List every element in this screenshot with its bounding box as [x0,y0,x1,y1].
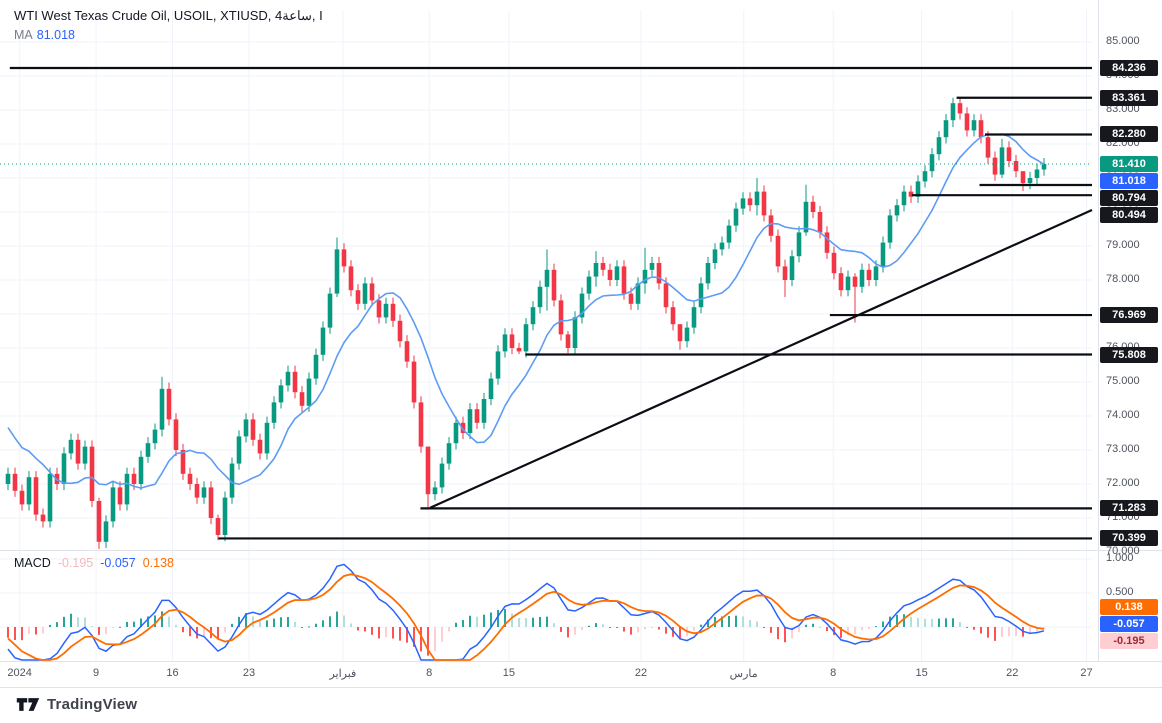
price-tick-label: 74.000 [1106,409,1140,421]
price-tick-label: 73.000 [1106,443,1140,455]
price-axis-label: 80.494 [1100,207,1158,224]
chart-canvas[interactable] [0,0,1162,723]
time-tick-label: 27 [1080,667,1093,679]
ma-label: MA [14,28,33,42]
price-axis-label: 83.361 [1100,89,1158,106]
macd-tick-label: 0.500 [1106,586,1134,598]
price-axis-label: 80.794 [1100,190,1158,207]
time-tick-label: 23 [242,667,256,679]
candles-group [5,97,1047,549]
macd-legend[interactable]: MACD -0.195 -0.057 0.138 [14,556,174,570]
price-axis-label: 70.399 [1100,530,1158,547]
time-tick-label: 22 [1006,667,1019,679]
ma-line [7,133,1045,489]
price-tick-label: 79.000 [1106,239,1140,251]
price-axis-label: 71.283 [1100,500,1158,517]
symbol-title[interactable]: WTI West Texas Crude Oil, USOIL, XTIUSD,… [14,8,323,24]
footer-bar: TradingView [0,687,1162,723]
time-tick-label: 8 [830,667,837,679]
time-tick-label: 9 [93,667,100,679]
macd-line-value: -0.057 [100,556,136,570]
macd-line [7,563,1045,661]
price-axis-label: 81.410 [1100,156,1158,173]
macd-axis-label: -0.057 [1100,616,1158,632]
time-tick-label: 2024 [7,667,32,679]
symbol-legend[interactable]: WTI West Texas Crude Oil, USOIL, XTIUSD,… [14,8,323,42]
price-axis-label: 81.018 [1100,173,1158,190]
price-tick-label: 78.000 [1106,273,1140,285]
ma-value: 81.018 [36,28,75,42]
macd-axis-label: 0.138 [1100,599,1158,615]
time-tick-label: فبراير [329,668,357,680]
price-axis-label: 84.236 [1100,59,1158,76]
macd-label: MACD [14,556,51,570]
time-tick-label: 15 [915,667,928,679]
tradingview-logo-icon [16,698,40,711]
ma-legend[interactable]: MA 81.018 [14,28,323,42]
macd-axis-label: -0.195 [1100,633,1158,649]
macd-tick-label: 1.000 [1106,552,1134,564]
price-axis-label: 75.808 [1100,346,1158,363]
price-axis-label: 82.280 [1100,126,1158,143]
macd-signal-value: 0.138 [142,556,174,570]
time-tick-label: 16 [166,667,179,679]
macd-signal-line [7,573,1045,661]
time-tick-label: 22 [634,667,648,679]
price-axis-label: 76.969 [1100,307,1158,324]
price-tick-label: 85.000 [1106,35,1140,47]
tradingview-logo[interactable]: TradingView [16,696,137,713]
ascending-trendline[interactable] [429,208,1093,509]
tradingview-chart: WTI West Texas Crude Oil, USOIL, XTIUSD,… [0,0,1162,723]
price-tick-label: 72.000 [1106,477,1140,489]
time-tick-label: مارس [729,668,758,680]
time-tick-label: 8 [426,667,433,679]
tradingview-logo-text: TradingView [47,696,138,713]
price-tick-label: 75.000 [1106,375,1140,387]
macd-hist-value: -0.195 [57,556,94,570]
time-tick-label: 15 [502,667,515,679]
